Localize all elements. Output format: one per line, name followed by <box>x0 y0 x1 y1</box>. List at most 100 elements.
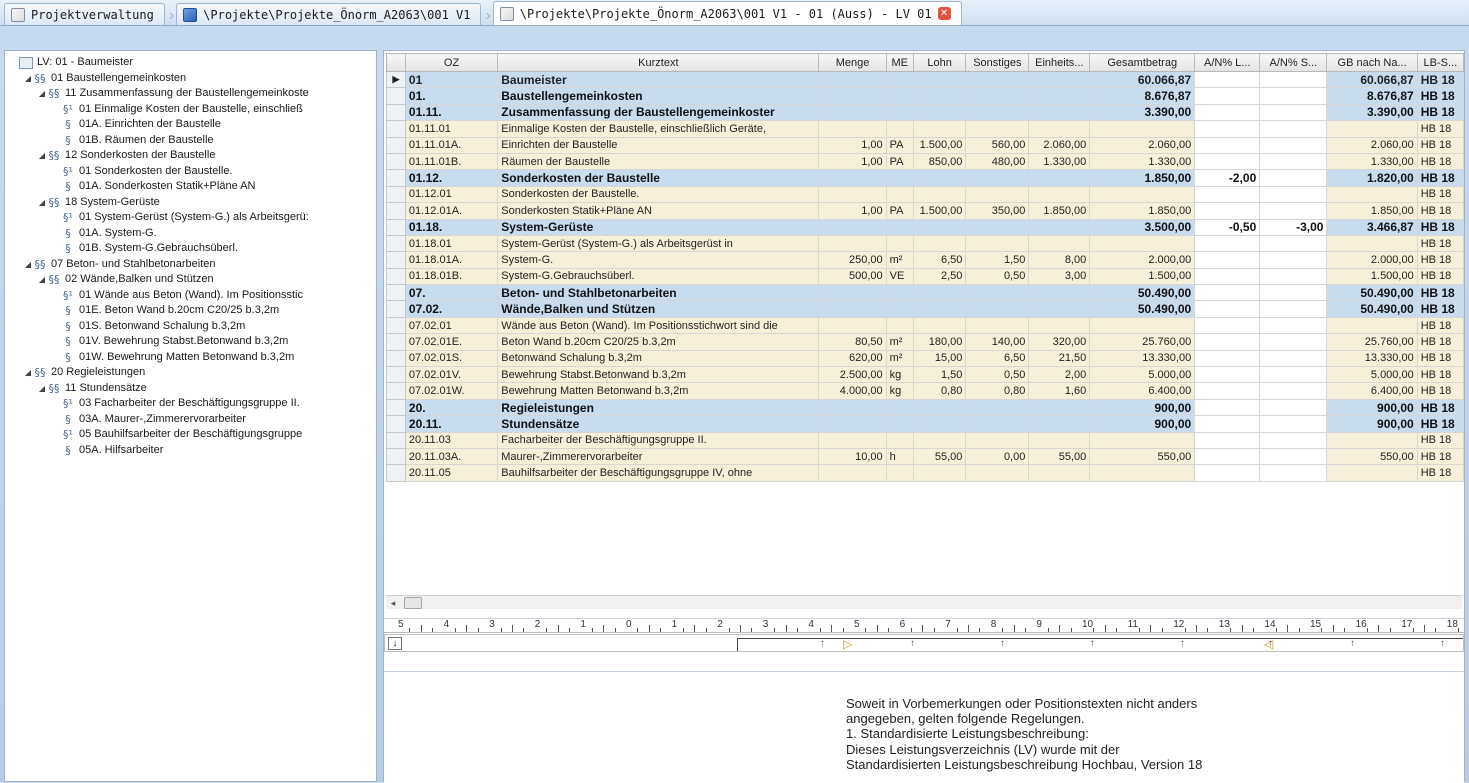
cell-ans[interactable] <box>1259 447 1328 466</box>
cell-sonst[interactable]: 0,50 <box>965 366 1030 384</box>
table-row[interactable]: 01.12.01 Sonderkosten der Baustelle. HB 18 <box>386 185 1465 204</box>
cell-menge[interactable] <box>818 70 887 89</box>
tree-node[interactable]: ◢ §§ 01 Baustellengemeinkosten <box>5 71 376 87</box>
cell-anl[interactable] <box>1194 87 1261 105</box>
cell-oz[interactable]: 07.02.01S. <box>404 349 499 368</box>
cell-text[interactable]: Wände,Balken und Stützen <box>497 300 820 318</box>
cell-gbn[interactable]: 3.390,00 <box>1326 103 1418 122</box>
table-row[interactable]: 07.02.01S. Betonwand Schalung b.3,2m 620,0… <box>386 349 1465 368</box>
cell-sonst[interactable]: 6,50 <box>965 349 1030 368</box>
cell-text[interactable]: Räumen der Baustelle <box>497 152 820 171</box>
cell-anl[interactable] <box>1194 447 1261 466</box>
cell-menge[interactable]: 10,00 <box>818 447 887 466</box>
cell-sonst[interactable] <box>965 415 1030 433</box>
tree-node[interactable]: § 03A. Maurer-,Zimmerervorarbeiter <box>5 412 376 428</box>
cell-einh[interactable] <box>1028 284 1091 302</box>
cell-oz[interactable]: 01.11.01B. <box>404 152 499 171</box>
cell-me[interactable]: PA <box>885 136 914 154</box>
cell-me[interactable] <box>885 398 914 417</box>
cell-me[interactable] <box>885 316 914 335</box>
cell-einh[interactable] <box>1028 234 1091 253</box>
cell-sonst[interactable]: 560,00 <box>965 136 1030 154</box>
table-row[interactable]: 01.11.01B. Räumen der Baustelle 1,00 PA 850,… <box>386 152 1465 171</box>
cell-me[interactable]: kg <box>885 382 914 400</box>
cell-sonst[interactable] <box>965 169 1030 187</box>
cell-einh[interactable] <box>1028 431 1091 449</box>
expand-collapse-icon[interactable]: ◢ <box>23 365 33 381</box>
cell-ans[interactable] <box>1259 316 1328 335</box>
cell-einh[interactable] <box>1028 316 1091 335</box>
cell-menge[interactable] <box>818 431 887 449</box>
cell-me[interactable] <box>885 70 914 89</box>
cell-lb[interactable]: HB 18 <box>1416 300 1465 318</box>
column-header[interactable]: Kurztext <box>497 53 820 72</box>
cell-menge[interactable] <box>818 120 887 138</box>
cell-gbn[interactable]: 1.500,00 <box>1326 267 1418 286</box>
table-row[interactable]: 20.11. Stundensätze 900,00 900,00 HB 18 <box>386 415 1465 433</box>
table-row[interactable]: 07.02. Wände,Balken und Stützen 50.490,00 5… <box>386 300 1465 318</box>
table-row[interactable]: 20.11.03 Facharbeiter der Beschäftigungsg… <box>386 431 1465 449</box>
cell-anl[interactable] <box>1194 185 1261 204</box>
tab-stop-icon[interactable]: ↑ <box>1268 638 1273 649</box>
cell-einh[interactable]: 2.060,00 <box>1028 136 1091 154</box>
cell-sonst[interactable] <box>965 284 1030 302</box>
cell-text[interactable]: Baustellengemeinkosten <box>497 87 820 105</box>
close-tab-icon[interactable]: ✕ <box>937 7 951 20</box>
cell-gbn[interactable]: 900,00 <box>1326 415 1418 433</box>
cell-ans[interactable]: -3,00 <box>1259 218 1328 236</box>
cell-einh[interactable]: 1.330,00 <box>1028 152 1091 171</box>
cell-me[interactable] <box>885 103 914 122</box>
cell-menge[interactable]: 80,50 <box>818 333 887 351</box>
cell-menge[interactable] <box>818 284 887 302</box>
cell-ans[interactable] <box>1259 382 1328 400</box>
cell-ans[interactable] <box>1259 120 1328 138</box>
cell-einh[interactable]: 55,00 <box>1028 447 1091 466</box>
cell-oz[interactable]: 01. <box>404 87 499 105</box>
cell-lb[interactable]: HB 18 <box>1416 398 1465 417</box>
cell-ans[interactable] <box>1259 300 1328 318</box>
table-row[interactable]: 20. Regieleistungen 900,00 900,00 HB 18 <box>386 398 1465 417</box>
tree-node[interactable]: §¹ 01 Sonderkosten der Baustelle. <box>5 164 376 180</box>
cell-text[interactable]: Beton- und Stahlbetonarbeiten <box>497 284 820 302</box>
cell-menge[interactable]: 4.000,00 <box>818 382 887 400</box>
row-indicator[interactable] <box>386 136 406 154</box>
cell-text[interactable]: Maurer-,Zimmerervorarbeiter <box>497 447 820 466</box>
cell-ges[interactable]: 50.490,00 <box>1089 300 1196 318</box>
cell-ges[interactable]: 8.676,87 <box>1089 87 1196 105</box>
cell-ges[interactable]: 3.390,00 <box>1089 103 1196 122</box>
expand-collapse-icon[interactable]: ◢ <box>37 195 47 211</box>
cell-oz[interactable]: 01.11.01A. <box>404 136 499 154</box>
cell-lb[interactable]: HB 18 <box>1416 415 1465 433</box>
cell-text[interactable]: Wände aus Beton (Wand). Im Positionsstic… <box>497 316 820 335</box>
cell-text[interactable]: System-G.Gebrauchsüberl. <box>497 267 820 286</box>
tab-stop-icon[interactable]: ↑ <box>910 638 915 649</box>
cell-lohn[interactable]: 1,50 <box>912 366 967 384</box>
cell-lb[interactable]: HB 18 <box>1416 87 1465 105</box>
cell-text[interactable]: Beton Wand b.20cm C20/25 b.3,2m <box>497 333 820 351</box>
cell-gbn[interactable]: 50.490,00 <box>1326 284 1418 302</box>
cell-lohn[interactable]: 55,00 <box>912 447 967 466</box>
table-row[interactable]: 01. Baustellengemeinkosten 8.676,87 8.676,8… <box>386 87 1465 105</box>
cell-gbn[interactable] <box>1326 120 1418 138</box>
tree-node[interactable]: ◢ §§ 18 System-Gerüste <box>5 195 376 211</box>
row-indicator[interactable] <box>386 251 406 269</box>
cell-menge[interactable]: 2.500,00 <box>818 366 887 384</box>
cell-anl[interactable] <box>1194 120 1261 138</box>
cell-lohn[interactable] <box>912 415 967 433</box>
cell-ges[interactable]: 900,00 <box>1089 398 1196 417</box>
tree-node[interactable]: §¹ 01 Wände aus Beton (Wand). Im Position… <box>5 288 376 304</box>
cell-gbn[interactable]: 8.676,87 <box>1326 87 1418 105</box>
table-row[interactable]: 01.11. Zusammenfassung der Baustellengeme… <box>386 103 1465 122</box>
tree-node[interactable]: §¹ 01 System-Gerüst (System-G.) als Arbei… <box>5 210 376 226</box>
cell-me[interactable] <box>885 120 914 138</box>
cell-anl[interactable] <box>1194 152 1261 171</box>
cell-lohn[interactable] <box>912 431 967 449</box>
column-header[interactable]: A/N% S... <box>1259 53 1328 72</box>
cell-text[interactable]: Bauhilfsarbeiter der Beschäftigungsgrupp… <box>497 464 820 482</box>
cell-lb[interactable]: HB 18 <box>1416 251 1465 269</box>
row-indicator[interactable] <box>386 234 406 253</box>
cell-ans[interactable] <box>1259 398 1328 417</box>
cell-gbn[interactable]: 3.466,87 <box>1326 218 1418 236</box>
cell-ges[interactable]: 2.000,00 <box>1089 251 1196 269</box>
cell-sonst[interactable]: 1,50 <box>965 251 1030 269</box>
